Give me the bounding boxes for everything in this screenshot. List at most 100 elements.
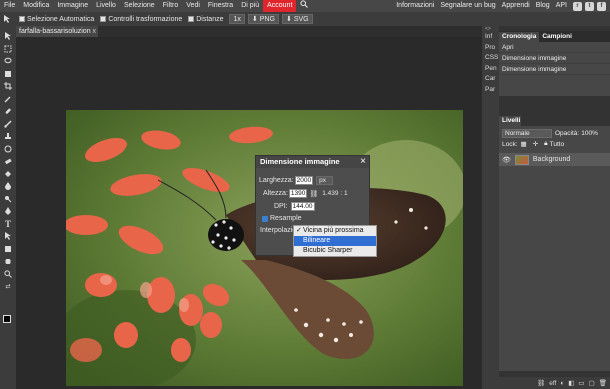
folder-icon[interactable]: ▭ <box>578 379 584 387</box>
export-png-label: PNG <box>259 15 275 23</box>
marquee-tool-icon[interactable] <box>0 43 16 56</box>
resample-label: Resample <box>270 215 302 222</box>
brush-tool-icon[interactable] <box>0 118 16 131</box>
menu-file[interactable]: File <box>0 0 19 12</box>
menu-vedi[interactable]: Vedi <box>182 0 204 12</box>
lock-row: Lock: ▦ ✛ 🔒︎ Tutto <box>499 138 610 150</box>
export-svg-label: SVG <box>293 15 309 23</box>
shape-tool-icon[interactable] <box>0 243 16 256</box>
export-svg-button[interactable]: ⬇ SVG <box>281 14 313 24</box>
twitter-icon[interactable]: t <box>585 1 594 11</box>
height-input[interactable]: 1390 <box>288 189 308 198</box>
swap-colors-icon[interactable]: ⇄ <box>0 280 16 293</box>
menu-finestra[interactable]: Finestra <box>204 0 237 12</box>
dodge-tool-icon[interactable] <box>0 193 16 206</box>
distances-checkbox[interactable] <box>188 16 195 22</box>
interp-option-nearest[interactable]: ✓ Vicina più prossima <box>294 226 376 236</box>
unit-select[interactable]: px <box>316 176 334 185</box>
aspect-ratio: 1.439 : 1 <box>322 190 348 197</box>
bucket-tool-icon[interactable] <box>0 168 16 181</box>
layers-panel: Normale Opacità: 100% Lock: ▦ ✛ 🔒︎ Tutto… <box>499 126 610 371</box>
link-chain-icon[interactable]: ⛓ <box>309 190 318 198</box>
lock-all-icon[interactable]: 🔒︎ <box>544 140 547 148</box>
tab-livelli[interactable]: Livelli <box>499 116 521 126</box>
auto-select-checkbox[interactable] <box>19 16 25 22</box>
blur-tool-icon[interactable] <box>0 180 16 193</box>
interp-option-bilinear[interactable]: Bilineare <box>294 236 376 246</box>
opacity-value[interactable]: 100% <box>581 130 598 137</box>
zoom-select[interactable]: 1x <box>229 14 245 24</box>
panel-paragraph[interactable]: Par <box>482 85 499 96</box>
lock-transparency-icon[interactable]: ▦ <box>521 140 527 148</box>
document-tab[interactable]: farfalla-bassarisoluzion x <box>16 26 98 37</box>
hand-tool-icon[interactable] <box>0 255 16 268</box>
move-tool-icon[interactable] <box>0 30 16 43</box>
panel-info[interactable]: Inf <box>482 32 499 43</box>
panel-css[interactable]: CSS <box>482 53 499 64</box>
menu-livello[interactable]: Livello <box>92 0 120 12</box>
clone-stamp-tool-icon[interactable] <box>0 130 16 143</box>
menubar: File Modifica Immagine Livello Selezione… <box>0 0 610 12</box>
auto-select-option[interactable]: Selezione Automatica <box>19 16 94 23</box>
resample-checkbox[interactable] <box>262 215 268 222</box>
delete-layer-icon[interactable]: 🗑︎ <box>599 379 607 387</box>
transform-controls-option[interactable]: Controlli trasformazione <box>100 16 182 23</box>
canvas-workspace <box>16 37 482 389</box>
blend-mode-select[interactable]: Normale <box>502 128 552 138</box>
mask-icon[interactable]: ◧ <box>568 379 574 387</box>
menu-selezione[interactable]: Selezione <box>120 0 159 12</box>
link-blog[interactable]: Blog <box>533 0 553 12</box>
menu-immagine[interactable]: Immagine <box>53 0 92 12</box>
facebook-icon[interactable]: f <box>597 1 606 11</box>
link-apprendi[interactable]: Apprendi <box>499 0 533 12</box>
crop-tool-icon[interactable] <box>0 80 16 93</box>
eyedropper-tool-icon[interactable] <box>0 93 16 106</box>
healing-tool-icon[interactable] <box>0 105 16 118</box>
history-item[interactable]: Dimensione immagine <box>499 64 610 75</box>
reddit-icon[interactable]: r <box>573 1 582 11</box>
link-api[interactable]: API <box>553 0 570 12</box>
quick-select-tool-icon[interactable] <box>0 68 16 81</box>
close-tab-icon[interactable]: x <box>93 26 97 37</box>
download-icon: ⬇ <box>251 15 258 23</box>
lasso-tool-icon[interactable] <box>0 55 16 68</box>
lock-move-icon[interactable]: ✛ <box>533 140 538 148</box>
eraser-tool-icon[interactable] <box>0 155 16 168</box>
history-brush-tool-icon[interactable] <box>0 143 16 156</box>
width-input[interactable]: 2000 <box>294 176 314 185</box>
blend-row: Normale Opacità: 100% <box>499 126 610 138</box>
search-icon[interactable] <box>296 0 312 12</box>
close-icon[interactable]: × <box>360 156 366 168</box>
menu-account[interactable]: Account <box>263 0 297 12</box>
menu-modifica[interactable]: Modifica <box>19 0 53 12</box>
foreground-color-swatch[interactable] <box>3 315 11 323</box>
path-select-tool-icon[interactable] <box>0 230 16 243</box>
effects-button[interactable]: eff <box>549 380 556 387</box>
transform-controls-checkbox[interactable] <box>100 16 107 22</box>
tab-campioni[interactable]: Campioni <box>539 32 575 42</box>
link-informazioni[interactable]: Informazioni <box>393 0 437 12</box>
menu-filtro[interactable]: Filtro <box>159 0 183 12</box>
layer-row[interactable]: 👁︎ Background <box>499 153 610 166</box>
panel-brush[interactable]: Pen <box>482 64 499 75</box>
panel-properties[interactable]: Pro <box>482 43 499 54</box>
export-png-button[interactable]: ⬇ PNG <box>247 14 279 24</box>
text-tool-icon[interactable]: T <box>0 218 16 231</box>
interp-option-bicubic-sharper[interactable]: Bicubic Sharper <box>294 246 376 256</box>
interpolation-dropdown[interactable]: ✓ Vicina più prossima Bilineare Bicubic … <box>293 225 377 257</box>
link-segnalare-bug[interactable]: Segnalare un bug <box>437 0 498 12</box>
dpi-input[interactable]: 144.00 <box>290 202 315 211</box>
new-layer-icon[interactable]: ▢ <box>589 379 595 387</box>
adjustment-icon[interactable]: ◐ <box>560 380 564 387</box>
history-item[interactable]: Apri <box>499 42 610 53</box>
menu-di-piu[interactable]: Di più <box>237 0 263 12</box>
zoom-tool-icon[interactable] <box>0 268 16 281</box>
tab-cronologia[interactable]: Cronologia <box>499 32 540 42</box>
eye-visibility-icon[interactable]: 👁︎ <box>502 156 511 164</box>
distances-option[interactable]: Distanze <box>188 16 223 23</box>
right-panels: Cronologia Campioni Apri Dimensione imma… <box>499 26 610 389</box>
link-layers-icon[interactable]: ⛓ <box>537 379 545 387</box>
history-item[interactable]: Dimensione immagine <box>499 53 610 64</box>
pen-tool-icon[interactable] <box>0 205 16 218</box>
panel-character[interactable]: Car <box>482 74 499 85</box>
